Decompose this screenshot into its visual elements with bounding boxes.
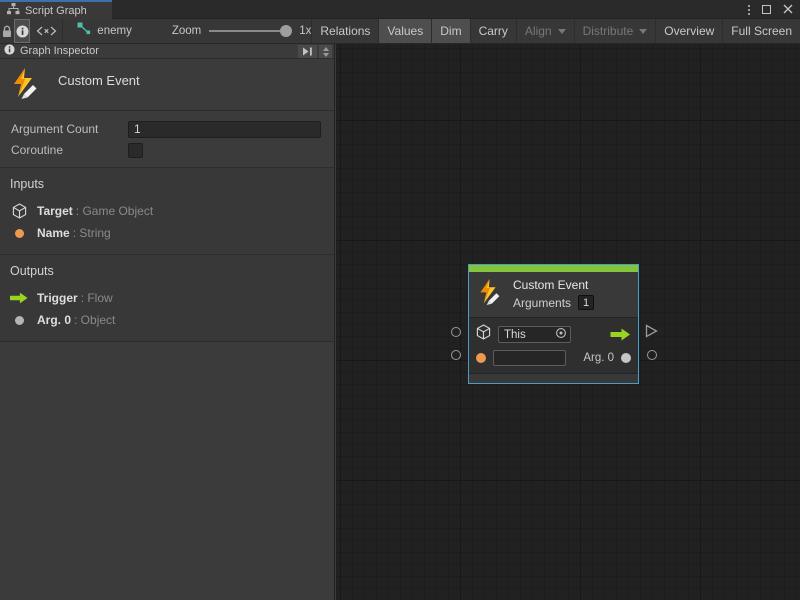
cube-icon <box>10 203 28 219</box>
port-type: : Flow <box>81 291 113 305</box>
spinner-up-icon[interactable] <box>323 47 329 51</box>
info-circle-icon <box>4 42 15 60</box>
port-name: Arg. 0 <box>37 313 71 327</box>
event-title: Custom Event <box>58 73 140 88</box>
coroutine-label: Coroutine <box>11 143 128 157</box>
event-header-block: Custom Event <box>0 59 334 111</box>
argument-count-input[interactable] <box>128 121 321 138</box>
arg0-value-input[interactable] <box>493 350 566 366</box>
node-body[interactable]: Custom Event Arguments This <box>468 264 639 384</box>
object-port-icon <box>15 316 24 325</box>
port-name: Trigger <box>37 291 78 305</box>
zoom-label: Zoom <box>172 25 201 37</box>
tab-label: Script Graph <box>25 5 87 17</box>
port-type: : Object <box>74 313 115 327</box>
maximize-icon[interactable] <box>762 5 771 14</box>
carry-button[interactable]: Carry <box>470 19 516 43</box>
toolbar-buttons: Relations Values Dim Carry Align Distrib… <box>311 19 800 43</box>
arg0-label: Arg. 0 <box>583 352 614 364</box>
flow-arrow-icon <box>10 292 28 304</box>
node-output-port-arg0[interactable] <box>647 350 657 360</box>
graph-breadcrumb[interactable]: enemy <box>63 19 144 43</box>
window-menu-icon[interactable] <box>748 5 750 15</box>
port-name: Target <box>37 204 73 218</box>
node-graph-icon <box>77 22 91 40</box>
target-object-dropdown[interactable]: This <box>498 326 571 343</box>
node-input-port-target[interactable] <box>451 327 461 337</box>
string-port-icon <box>15 229 24 238</box>
dim-button[interactable]: Dim <box>431 19 469 43</box>
port-type: : String <box>73 226 111 240</box>
custom-event-icon <box>10 67 42 104</box>
code-view-icon[interactable] <box>30 19 64 43</box>
zoom-value: 1x <box>299 25 311 37</box>
inspector-header: Graph Inspector <box>0 44 334 59</box>
object-port-icon <box>621 353 631 363</box>
graph-name-label: enemy <box>97 25 132 37</box>
custom-event-icon <box>477 278 504 310</box>
node-arguments-input[interactable] <box>578 295 594 310</box>
coroutine-checkbox[interactable] <box>128 143 143 158</box>
list-item: Trigger: Flow <box>10 287 324 309</box>
outputs-section: Outputs Trigger: Flow Arg. 0: Object <box>0 255 334 342</box>
cube-icon <box>476 324 491 345</box>
chevron-down-icon <box>639 29 647 34</box>
string-port-icon <box>476 353 486 363</box>
inputs-section: Inputs Target: Game Object Name: String <box>0 168 334 255</box>
node-output-port-trigger[interactable] <box>645 324 658 343</box>
node-title: Custom Event <box>513 278 594 292</box>
inspector-title: Graph Inspector <box>20 45 99 57</box>
align-dropdown[interactable]: Align <box>516 19 574 43</box>
argument-count-label: Argument Count <box>11 122 128 136</box>
flow-arrow-icon <box>610 328 631 341</box>
object-picker-icon[interactable] <box>555 326 567 344</box>
node-color-bar <box>469 265 638 272</box>
overview-button[interactable]: Overview <box>655 19 722 43</box>
outputs-title: Outputs <box>10 264 324 278</box>
custom-event-node[interactable]: Custom Event Arguments This <box>468 264 639 384</box>
port-type: : Game Object <box>76 204 153 218</box>
close-icon[interactable] <box>783 1 793 19</box>
dock-panel-icon[interactable] <box>298 45 317 58</box>
tab-script-graph[interactable]: Script Graph <box>0 0 112 19</box>
node-footer <box>469 373 638 383</box>
node-arguments-label: Arguments <box>513 296 571 310</box>
title-bar: Script Graph <box>0 0 800 19</box>
node-input-port-name[interactable] <box>451 350 461 360</box>
list-item: Target: Game Object <box>10 200 324 222</box>
graph-canvas[interactable]: Custom Event Arguments This <box>336 44 800 600</box>
list-item: Name: String <box>10 222 324 244</box>
chevron-down-icon <box>558 29 566 34</box>
list-item: Arg. 0: Object <box>10 309 324 331</box>
port-name: Name <box>37 226 70 240</box>
relations-button[interactable]: Relations <box>311 19 378 43</box>
lock-icon[interactable] <box>0 19 14 43</box>
event-fields: Argument Count Coroutine <box>0 111 334 168</box>
graph-inspector-panel: Graph Inspector Custom Event Argument Co… <box>0 44 335 600</box>
node-ports: This Arg. 0 <box>469 318 638 373</box>
distribute-dropdown[interactable]: Distribute <box>574 19 656 43</box>
values-button[interactable]: Values <box>378 19 431 43</box>
zoom-control: Zoom 1x <box>172 19 312 43</box>
script-graph-icon <box>7 2 20 20</box>
target-value: This <box>504 329 526 341</box>
spinner-down-icon[interactable] <box>323 53 329 57</box>
graph-toolbar: enemy Zoom 1x Relations Values Dim Carry… <box>0 19 800 44</box>
full-screen-button[interactable]: Full Screen <box>722 19 800 43</box>
zoom-slider-handle[interactable] <box>280 25 292 37</box>
inspector-toggle-button[interactable] <box>14 19 29 43</box>
panel-spinner[interactable] <box>319 45 332 58</box>
zoom-slider[interactable] <box>209 30 287 32</box>
node-header[interactable]: Custom Event Arguments <box>469 272 638 318</box>
inputs-title: Inputs <box>10 177 324 191</box>
